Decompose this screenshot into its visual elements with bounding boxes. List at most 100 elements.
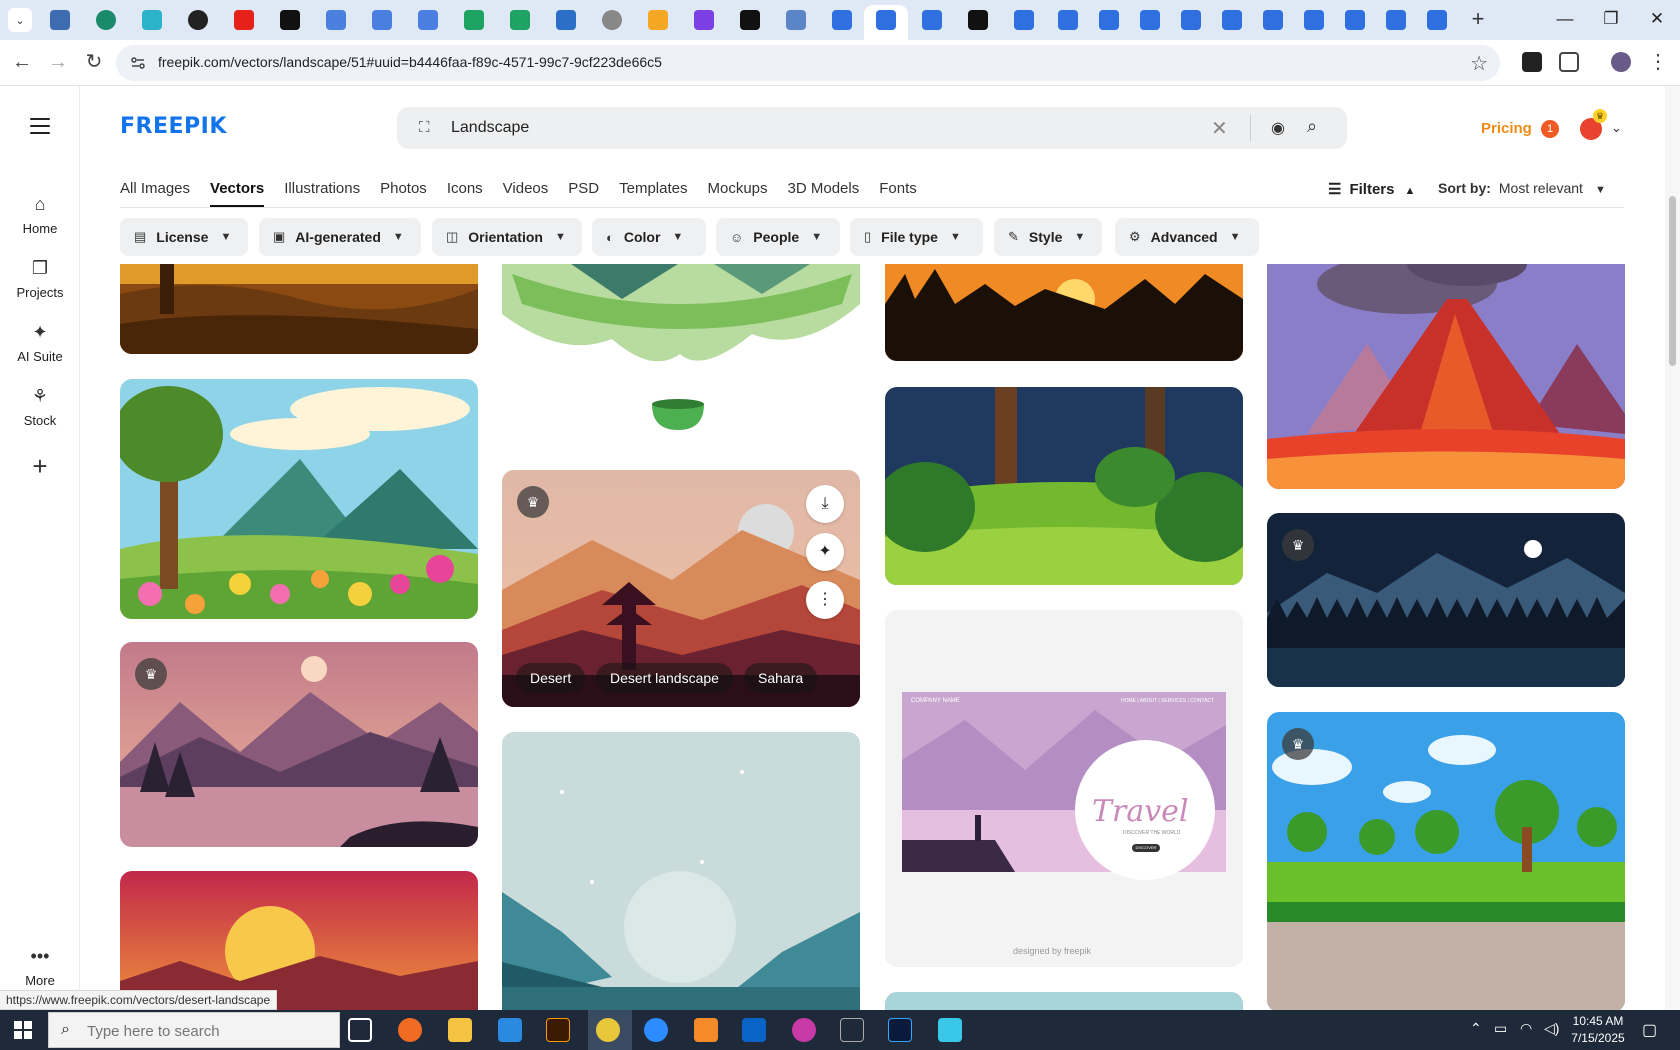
image-card[interactable]: COMPANY NAME HOME | ABOUT | SERVICES | C…	[885, 610, 1243, 967]
tab-favicon[interactable]	[418, 10, 438, 30]
filter-chip-people[interactable]: ☺ People ▼	[716, 218, 840, 256]
network-icon[interactable]: ▭	[1494, 1020, 1507, 1037]
address-bar[interactable]: freepik.com/vectors/landscape/51#uuid=b4…	[116, 45, 1500, 81]
tab-mockups[interactable]: Mockups	[707, 180, 767, 206]
tab-favicon[interactable]	[1263, 10, 1283, 30]
chevron-down-icon[interactable]: ⌄	[1611, 120, 1622, 136]
more-options-icon[interactable]: ⋮	[806, 581, 844, 619]
tab-illustrations[interactable]: Illustrations	[284, 180, 360, 206]
search-icon[interactable]: ⌕	[1307, 116, 1317, 137]
tray-chevron-icon[interactable]: ⌃	[1470, 1020, 1482, 1037]
image-card-hovered[interactable]: ♛ ⤓ ✦ ⋮ Desert Desert landscape Sahara	[502, 470, 860, 707]
creative-cloud-icon[interactable]	[792, 1018, 816, 1042]
pricing-link[interactable]: Pricing	[1481, 120, 1532, 137]
sidebar-item-stock[interactable]: ⚘ Stock	[0, 386, 80, 430]
tab-all-images[interactable]: All Images	[120, 180, 190, 206]
tab-favicon[interactable]	[234, 10, 254, 30]
tab-favicon[interactable]	[1304, 10, 1324, 30]
image-card[interactable]	[120, 264, 478, 354]
tab-favicon[interactable]	[1345, 10, 1365, 30]
file-explorer-icon[interactable]	[448, 1018, 472, 1042]
download-icon[interactable]: ⤓	[806, 485, 844, 523]
tab-photos[interactable]: Photos	[380, 180, 427, 206]
tab-favicon[interactable]	[280, 10, 300, 30]
image-card[interactable]	[502, 732, 860, 1010]
image-card[interactable]	[120, 379, 478, 619]
sidebar-item-ai-suite[interactable]: ✦ AI Suite	[0, 322, 80, 366]
tab-favicon[interactable]	[876, 10, 896, 30]
filters-button[interactable]: ☰ Filters ▲	[1328, 180, 1415, 198]
tab-favicon[interactable]	[1386, 10, 1406, 30]
reload-icon[interactable]: ↻	[82, 51, 106, 73]
close-window-icon[interactable]: ✕	[1642, 9, 1672, 29]
tab-favicon[interactable]	[922, 10, 942, 30]
illustrator-icon[interactable]	[546, 1018, 570, 1042]
tab-favicon[interactable]	[1140, 10, 1160, 30]
ai-edit-sparkle-icon[interactable]: ✦	[806, 533, 844, 571]
tab-favicon[interactable]	[786, 10, 806, 30]
filter-chip-color[interactable]: ◐ Color ▼	[592, 218, 706, 256]
windows-start-icon[interactable]	[14, 1021, 32, 1039]
tab-favicon[interactable]	[372, 10, 392, 30]
notifications-icon[interactable]: ▢	[1642, 1020, 1657, 1040]
tab-favicon[interactable]	[740, 10, 760, 30]
hamburger-menu-icon[interactable]	[30, 118, 50, 139]
new-tab-icon[interactable]: +	[1466, 8, 1490, 30]
extension-icon[interactable]	[1522, 52, 1542, 72]
tab-favicon[interactable]	[50, 10, 70, 30]
tab-favicon[interactable]	[142, 10, 162, 30]
firefox-icon[interactable]	[398, 1018, 422, 1042]
sidebar-item-projects[interactable]: ❐ Projects	[0, 258, 80, 302]
tab-favicon[interactable]	[1181, 10, 1201, 30]
zoom-icon[interactable]	[644, 1018, 668, 1042]
image-card[interactable]: ♛	[1267, 513, 1625, 687]
tab-icons[interactable]: Icons	[447, 180, 483, 206]
minimize-icon[interactable]: —	[1550, 9, 1580, 29]
pen-tool-icon[interactable]	[840, 1018, 864, 1042]
tab-favicon[interactable]	[1014, 10, 1034, 30]
image-card[interactable]	[885, 387, 1243, 585]
image-card[interactable]	[885, 992, 1243, 1010]
forward-icon[interactable]: →	[46, 51, 70, 73]
camera-search-icon[interactable]: ◉	[1271, 118, 1285, 138]
tab-vectors[interactable]: Vectors	[210, 180, 265, 207]
tab-favicon[interactable]	[1058, 10, 1078, 30]
tab-favicon[interactable]	[326, 10, 346, 30]
filter-chip-style[interactable]: ✎ Style ▼	[994, 218, 1102, 256]
taskbar-search[interactable]: ⌕	[48, 1012, 340, 1048]
tab-favicon[interactable]	[602, 10, 622, 30]
page-scrollbar[interactable]	[1665, 86, 1680, 1010]
tab-favicon[interactable]	[510, 10, 530, 30]
sidebar-item-home[interactable]: ⌂ Home	[0, 194, 80, 238]
tab-favicon[interactable]	[1427, 10, 1447, 30]
image-card[interactable]: ♛	[1267, 712, 1625, 1010]
profile-avatar[interactable]	[1611, 52, 1631, 72]
tab-videos[interactable]: Videos	[503, 180, 549, 206]
chrome-icon[interactable]	[596, 1018, 620, 1042]
notification-badge[interactable]: 1	[1541, 120, 1559, 138]
tag-desert-landscape[interactable]: Desert landscape	[596, 663, 733, 693]
outlook-icon[interactable]	[742, 1018, 766, 1042]
image-card[interactable]: ♛	[120, 642, 478, 847]
add-icon[interactable]: +	[27, 453, 53, 480]
filter-chip-ai-generated[interactable]: ▣ AI-generated ▼	[259, 218, 421, 256]
tab-favicon[interactable]	[694, 10, 714, 30]
tab-favicon[interactable]	[968, 10, 988, 30]
filter-chip-license[interactable]: ▤ License ▼	[120, 218, 248, 256]
tab-favicon[interactable]	[96, 10, 116, 30]
back-icon[interactable]: ←	[10, 51, 34, 73]
image-card[interactable]	[1267, 264, 1625, 489]
filter-chip-advanced[interactable]: ⚙ Advanced ▼	[1115, 218, 1259, 256]
tab-favicon[interactable]	[1222, 10, 1242, 30]
tab-search-button[interactable]: ⌄	[8, 8, 32, 32]
site-info-icon[interactable]	[130, 55, 146, 71]
filter-chip-file-type[interactable]: ▯ File type ▼	[850, 218, 983, 256]
app-icon[interactable]	[938, 1018, 962, 1042]
tab-psd[interactable]: PSD	[568, 180, 599, 206]
tab-favicon[interactable]	[1099, 10, 1119, 30]
sidebar-item-more[interactable]: ••• More	[0, 946, 80, 990]
volume-icon[interactable]: ◁)	[1544, 1020, 1559, 1037]
tab-favicon[interactable]	[832, 10, 852, 30]
image-card[interactable]	[502, 264, 860, 439]
tab-favicon[interactable]	[556, 10, 576, 30]
